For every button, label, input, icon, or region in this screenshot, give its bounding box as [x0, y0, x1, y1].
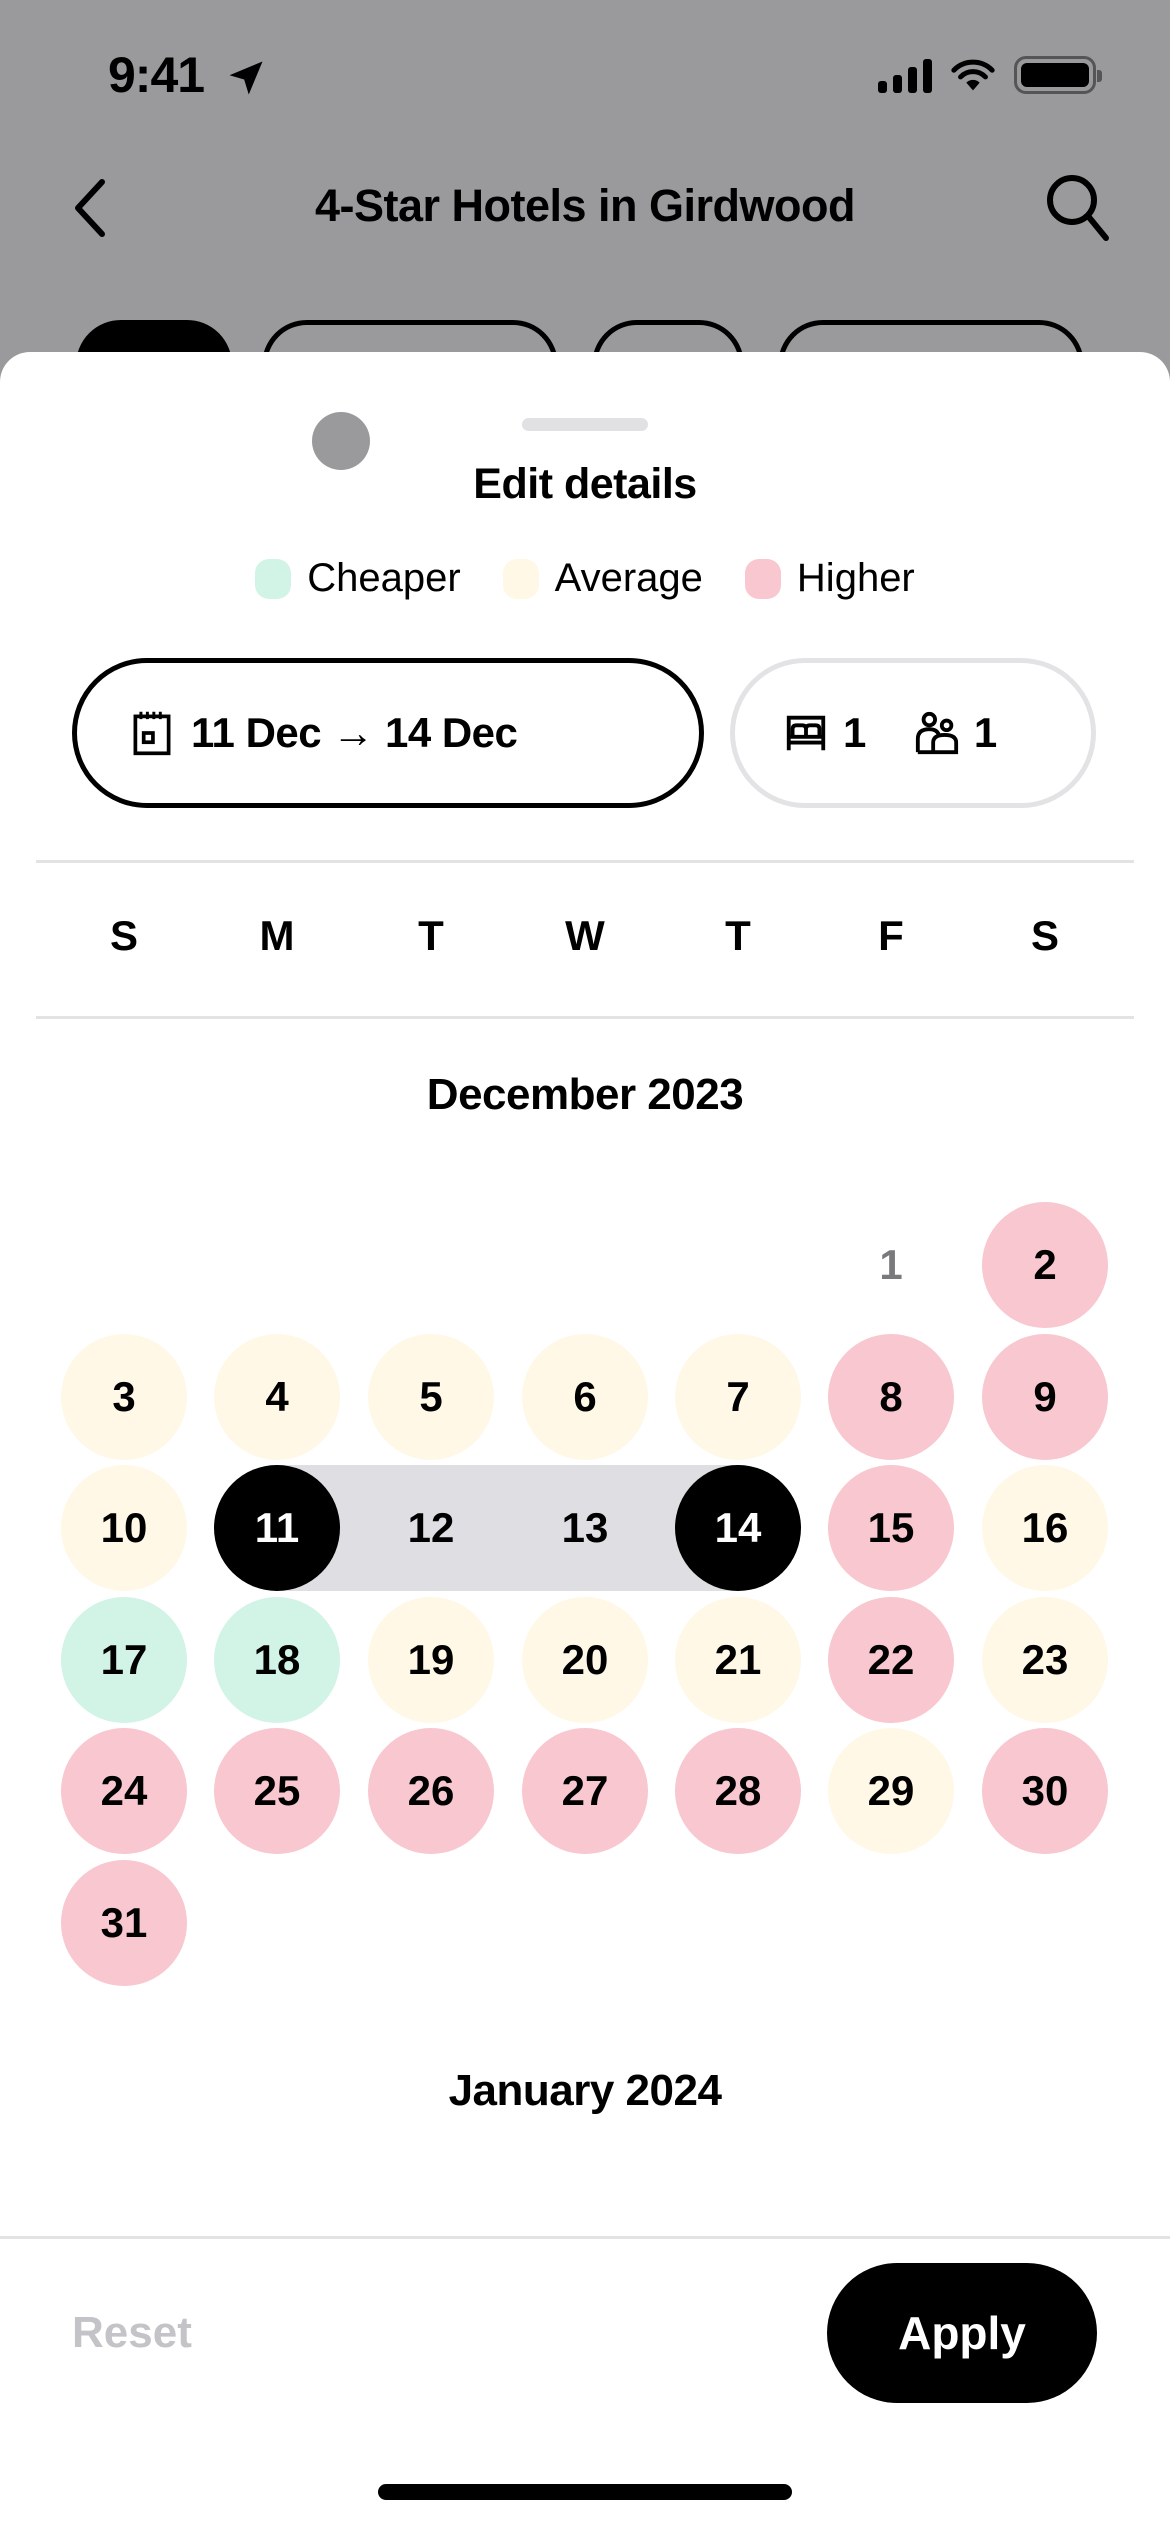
guests-count: 1 [973, 709, 997, 756]
month-title: December 2023 [426, 1070, 744, 1119]
page-title: 4-Star Hotels in Girdwood [314, 180, 856, 231]
wifi-icon [951, 59, 995, 91]
selected-range-band [277, 1465, 738, 1592]
month-title: January 2024 [448, 2066, 722, 2115]
legend-label: Cheaper [307, 556, 461, 600]
calendar-day-10[interactable]: 10 [61, 1465, 187, 1592]
calendar-day-5[interactable]: 5 [368, 1333, 494, 1460]
calendar-day-25[interactable]: 25 [214, 1728, 340, 1855]
legend-swatch [744, 558, 781, 599]
calendar-day-15[interactable]: 15 [828, 1465, 954, 1592]
calendar-day-17[interactable]: 17 [61, 1596, 187, 1723]
weekday-label: F [878, 912, 904, 959]
legend-item-average: Average [502, 556, 703, 601]
calendar-day-24[interactable]: 24 [61, 1728, 187, 1855]
reset-button[interactable]: Reset [72, 2308, 192, 2358]
battery-icon [1014, 56, 1102, 94]
apply-button[interactable]: Apply [827, 2263, 1097, 2403]
status-time: 9:41 [108, 47, 205, 103]
date-range-button[interactable]: 11 Dec → 14 Dec [72, 658, 704, 808]
weekday-label: T [725, 912, 751, 959]
legend-swatch [255, 558, 292, 599]
sheet-grabber[interactable] [522, 418, 648, 431]
calendar-day-28[interactable]: 28 [675, 1728, 801, 1855]
weekday-label: S [109, 912, 138, 959]
calendar-day-18[interactable]: 18 [214, 1596, 340, 1723]
price-legend: Cheaper Average Higher [0, 556, 1170, 601]
calendar-day-6[interactable]: 6 [522, 1333, 648, 1460]
legend-item-higher: Higher [744, 556, 915, 601]
search-icon[interactable] [1044, 172, 1112, 244]
calendar-day-21[interactable]: 21 [675, 1596, 801, 1723]
rooms-guests-button[interactable]: 1 1 [730, 658, 1096, 808]
calendar-day-3[interactable]: 3 [61, 1333, 187, 1460]
calendar-day-8[interactable]: 8 [828, 1333, 954, 1460]
footer-divider [0, 2236, 1170, 2239]
calendar-day-7[interactable]: 7 [675, 1333, 801, 1460]
calendar-day-4[interactable]: 4 [214, 1333, 340, 1460]
calendar-day-12[interactable]: 12 [368, 1465, 494, 1591]
calendar-day-23[interactable]: 23 [982, 1596, 1108, 1723]
calendar-day-19[interactable]: 19 [368, 1596, 494, 1723]
weekday-label: M [259, 912, 295, 959]
calendar-day-2[interactable]: 2 [982, 1202, 1108, 1328]
calendar-day-26[interactable]: 26 [368, 1728, 494, 1855]
weekday-label: S [1030, 912, 1059, 959]
home-indicator [378, 2484, 792, 2500]
calendar-day-14[interactable]: 14 [675, 1465, 801, 1592]
calendar-day-31[interactable]: 31 [61, 1860, 187, 1986]
legend-swatch [502, 558, 539, 599]
calendar-day-22[interactable]: 22 [828, 1596, 954, 1723]
weekday-header: S M T W T F S [0, 912, 1170, 972]
calendar-day-27[interactable]: 27 [522, 1728, 648, 1855]
bed-icon [786, 715, 826, 751]
calendar-day-20[interactable]: 20 [522, 1596, 648, 1723]
legend-item-cheaper: Cheaper [255, 556, 461, 601]
divider [36, 860, 1134, 863]
calendar-day-13[interactable]: 13 [522, 1465, 648, 1591]
calendar-icon [133, 711, 171, 756]
cellular-signal-icon [878, 57, 932, 93]
sheet-title: Edit details [473, 460, 697, 508]
calendar-day-9[interactable]: 9 [982, 1333, 1108, 1460]
legend-label: Average [554, 556, 703, 600]
rooms-count: 1 [843, 709, 866, 756]
legend-label: Higher [796, 556, 915, 600]
calendar-day-30[interactable]: 30 [982, 1728, 1108, 1855]
divider [36, 1016, 1134, 1019]
people-icon [915, 711, 958, 755]
weekday-label: W [565, 912, 605, 959]
calendar-day-29[interactable]: 29 [828, 1728, 954, 1855]
calendar-day-11[interactable]: 11 [214, 1465, 340, 1592]
date-range-label: 11 Dec → 14 Dec [191, 709, 518, 756]
calendar-day-1: 1 [879, 1241, 903, 1288]
calendar-day-16[interactable]: 16 [982, 1465, 1108, 1592]
location-arrow-icon [229, 61, 263, 95]
status-icons [878, 56, 1102, 94]
weekday-label: T [418, 912, 444, 959]
